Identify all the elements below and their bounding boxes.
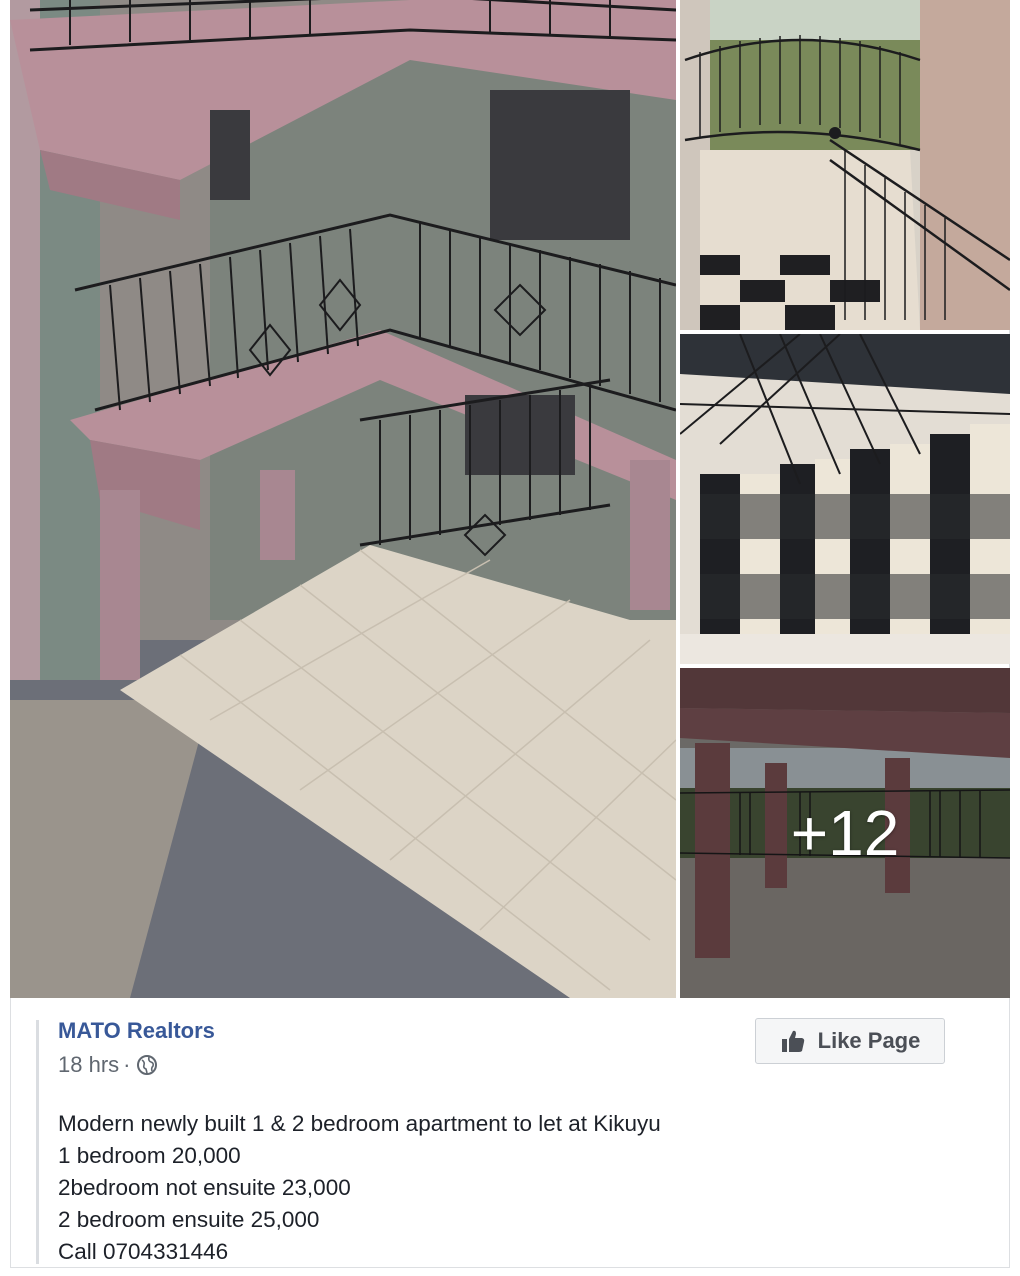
quote-bar bbox=[36, 1020, 39, 1264]
meta-separator: · bbox=[123, 1052, 131, 1077]
globe-icon[interactable] bbox=[136, 1054, 158, 1076]
post-text-line: 2 bedroom ensuite 25,000 bbox=[58, 1207, 320, 1232]
post-text-line: 2bedroom not ensuite 23,000 bbox=[58, 1175, 351, 1200]
photo-balcony-stairs[interactable] bbox=[680, 0, 1010, 330]
more-photos-count[interactable]: +12 bbox=[680, 668, 1010, 998]
post-text-line: 1 bedroom 20,000 bbox=[58, 1143, 241, 1168]
post-text-line: Modern newly built 1 & 2 bedroom apartme… bbox=[58, 1111, 661, 1136]
post-text: Modern newly built 1 & 2 bedroom apartme… bbox=[58, 1108, 661, 1268]
balcony-image bbox=[680, 0, 1010, 330]
post-timestamp[interactable]: 18 hrs bbox=[58, 1052, 119, 1078]
like-page-button[interactable]: Like Page bbox=[755, 1018, 945, 1064]
courtyard-image bbox=[10, 0, 676, 998]
post-text-line: Call 0704331446 bbox=[58, 1239, 229, 1264]
stairs-image bbox=[680, 334, 1010, 664]
photo-main-courtyard[interactable] bbox=[10, 0, 676, 998]
photo-checkered-stairs[interactable] bbox=[680, 334, 1010, 664]
like-page-label: Like Page bbox=[817, 1028, 921, 1053]
post-meta: 18 hrs · bbox=[58, 1052, 158, 1078]
photo-rooftop-more[interactable]: +12 bbox=[680, 668, 1010, 998]
thumbs-up-icon bbox=[781, 1030, 804, 1052]
page-name-link[interactable]: MATO Realtors bbox=[58, 1018, 215, 1044]
